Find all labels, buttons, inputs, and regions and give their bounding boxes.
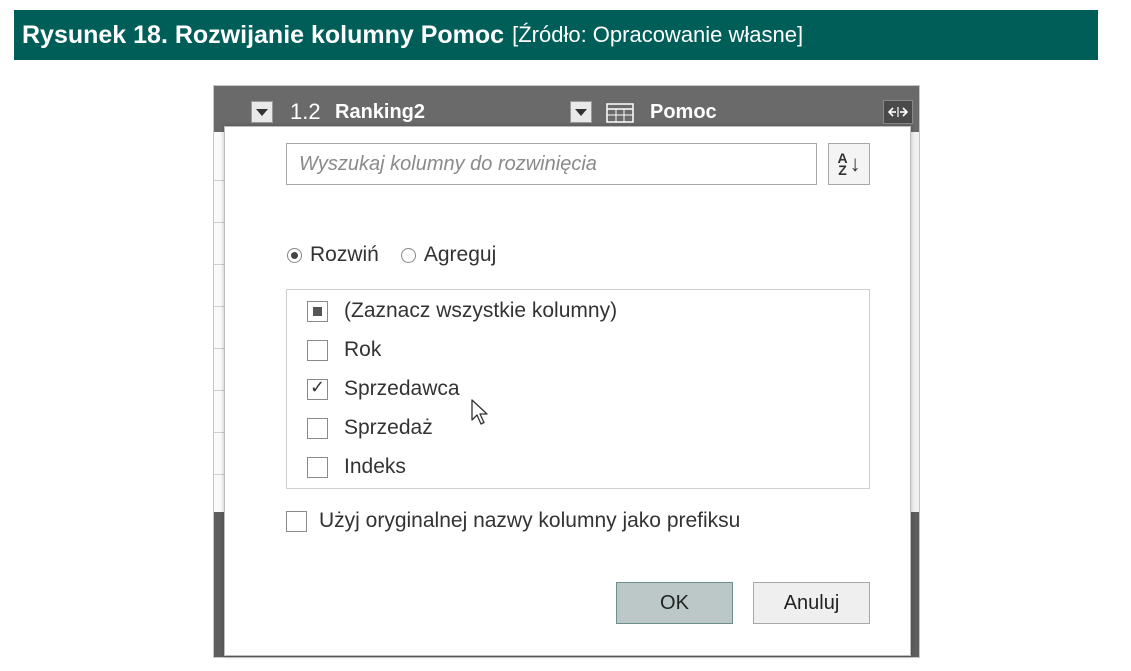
list-item-rok[interactable]: Rok <box>307 335 381 365</box>
figure-caption-title: Rysunek 18. Rozwijanie kolumny Pomoc <box>22 20 505 49</box>
arrow-down-icon: ↓ <box>849 151 861 176</box>
column-search-input[interactable] <box>286 143 817 185</box>
grid-line <box>214 474 224 475</box>
expand-column-dialog: A Z ↓ Rozwiń Agreguj (Zaznacz wszystkie … <box>224 126 911 656</box>
column-header-ranking2[interactable]: Ranking2 <box>335 100 425 124</box>
sort-az-icon: A Z <box>837 151 847 178</box>
column-list: (Zaznacz wszystkie kolumny) Rok Sprzedaw… <box>286 289 870 489</box>
list-item-sprzedawca[interactable]: Sprzedawca <box>307 374 460 404</box>
grid-line <box>214 222 224 223</box>
list-item-select-all[interactable]: (Zaznacz wszystkie kolumny) <box>307 296 617 326</box>
list-item-label: (Zaznacz wszystkie kolumny) <box>344 299 618 322</box>
grid-line <box>214 432 224 433</box>
radio-aggregate-label[interactable]: Agreguj <box>424 243 496 267</box>
table-icon <box>606 103 634 123</box>
checkbox-sprzedaz[interactable] <box>307 417 328 439</box>
list-item-label: Sprzedawca <box>344 377 460 400</box>
checkbox-use-prefix[interactable] <box>286 510 307 532</box>
grid-line <box>214 264 224 265</box>
figure-caption: Rysunek 18. Rozwijanie kolumny Pomoc [Źr… <box>14 10 1098 60</box>
grid-line <box>214 306 224 307</box>
checkbox-indeks[interactable] <box>307 456 328 478</box>
radio-expand[interactable] <box>287 247 302 263</box>
table-rows-edge <box>214 132 224 512</box>
power-query-window: 1.2 Ranking2 Pomoc Wyszukaj kolumny do r… <box>213 85 920 658</box>
column-dropdown-button-pomoc[interactable] <box>570 101 592 123</box>
figure-caption-source: [Źródło: Opracowanie własne] <box>512 22 804 47</box>
grid-line <box>214 180 224 181</box>
mouse-cursor-icon <box>471 399 488 425</box>
expand-columns-icon <box>887 107 909 117</box>
expand-columns-button[interactable] <box>883 100 913 124</box>
ok-button[interactable]: OK <box>616 582 733 624</box>
grid-line <box>214 390 224 391</box>
prefix-option[interactable]: Użyj oryginalnej nazwy kolumny jako pref… <box>286 509 740 533</box>
radio-aggregate[interactable] <box>400 247 416 263</box>
column-header-pomoc[interactable]: Pomoc <box>650 100 717 124</box>
list-item-label: Rok <box>344 338 382 361</box>
sort-az-bottom: Z <box>838 162 847 178</box>
checkbox-sprzedawca[interactable] <box>307 377 328 400</box>
list-item-label: Indeks <box>344 455 406 478</box>
sort-az-button[interactable]: A Z ↓ <box>828 143 870 185</box>
column-dropdown-button-ranking2[interactable] <box>251 101 273 123</box>
chevron-down-icon <box>575 108 587 116</box>
chevron-down-icon <box>256 108 268 116</box>
list-item-sprzedaz[interactable]: Sprzedaż <box>307 413 433 443</box>
mode-radio-group: Rozwiń Agreguj <box>287 243 518 267</box>
grid-line <box>214 348 224 349</box>
checkbox-select-all[interactable] <box>307 300 328 322</box>
checkbox-rok[interactable] <box>307 339 328 361</box>
cancel-button[interactable]: Anuluj <box>753 582 870 624</box>
list-item-indeks[interactable]: Indeks <box>307 452 406 482</box>
column-type-label: 1.2 <box>290 99 321 124</box>
radio-expand-label[interactable]: Rozwiń <box>310 243 379 267</box>
prefix-option-label: Użyj oryginalnej nazwy kolumny jako pref… <box>319 509 741 532</box>
list-item-label: Sprzedaż <box>344 416 433 439</box>
